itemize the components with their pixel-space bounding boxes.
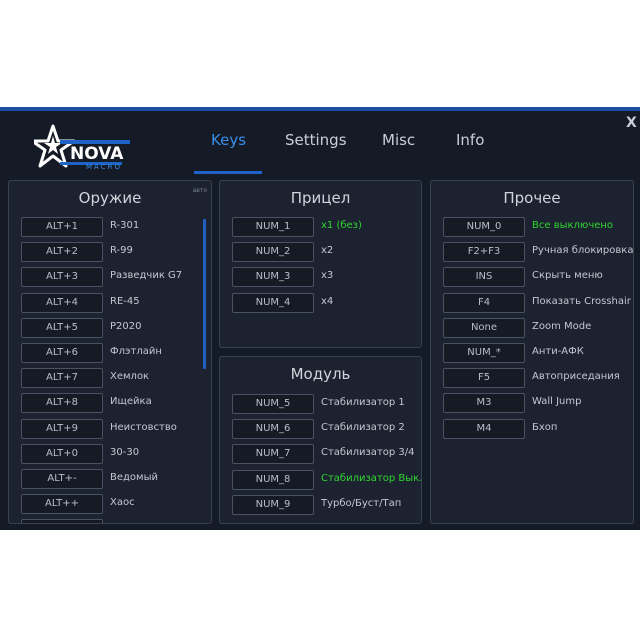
other-row-label: Wall Jump <box>532 396 582 408</box>
weapons-panel: Оружие авто ALT+1 R-301 ALT+2 R-99 ALT+3 Разв… <box>8 180 212 524</box>
tab-info[interactable]: Info <box>456 131 484 149</box>
other-row-label: Бхоп <box>532 421 558 433</box>
weapons-hotkey-button[interactable]: ALT+8 <box>21 393 103 414</box>
weapons-hotkey-button[interactable]: ALT+2 <box>21 242 103 263</box>
nova-macro-logo: NOVA MACRO <box>30 124 134 172</box>
module-panel-title: Модуль <box>290 365 351 383</box>
weapons-hotkey-button[interactable]: ALT++ <box>21 494 103 515</box>
app-window: NOVA MACRO Keys Settings Misc Info X Ору… <box>0 107 640 530</box>
weapons-hotkey-button[interactable]: ALT+1 <box>21 217 103 237</box>
weapons-row-label: Разведчик G7 <box>110 270 183 282</box>
weapons-row-label: Флэтлайн <box>110 346 162 357</box>
tab-keys[interactable]: Keys <box>211 131 246 149</box>
module-panel: Модуль NUM_5 Стабилизатор 1 NUM_6 Стабилиза… <box>219 356 422 524</box>
module-hotkey-button[interactable]: NUM_5 <box>232 394 314 414</box>
module-hotkey-button[interactable]: NUM_8 <box>232 469 314 490</box>
sight-row-label: x3 <box>321 270 334 282</box>
weapons-row-label: R-301 <box>110 220 140 231</box>
module-hotkey-button[interactable]: NUM_7 <box>232 444 314 465</box>
other-hotkey-button[interactable]: NUM_* <box>443 343 525 363</box>
weapons-panel-tag: авто <box>192 187 207 194</box>
weapons-row-label: Ведомый <box>110 472 158 483</box>
sight-panel: Прицел NUM_1 x1 (без) NUM_2 x2 NUM_3 x3 NUM_4 x… <box>219 180 422 348</box>
weapons-hotkey-button[interactable]: ALT+0 <box>21 443 103 464</box>
sight-hotkey-button[interactable]: NUM_4 <box>232 292 314 313</box>
module-row-label: Стабилизатор 1 <box>321 397 405 408</box>
weapons-hotkey-button[interactable]: ALT+7 <box>21 368 103 389</box>
weapons-row-label: R-99 <box>110 245 133 257</box>
other-row-label: Zoom Mode <box>532 320 592 332</box>
weapons-hotkey-button[interactable]: ALT+6 <box>21 343 103 363</box>
tab-settings[interactable]: Settings <box>285 131 347 149</box>
other-row-label: Все выключено <box>532 220 614 231</box>
sight-hotkey-button[interactable]: NUM_2 <box>232 242 314 263</box>
module-row-label: Турбо/Буст/Тап <box>321 497 402 509</box>
other-hotkey-button[interactable]: F5 <box>443 368 525 389</box>
module-hotkey-button[interactable]: NUM_6 <box>232 419 314 440</box>
weapons-hotkey-button[interactable]: ALT+4 <box>21 292 103 313</box>
other-row-label: Показать Crosshair <box>532 295 631 307</box>
active-tab-indicator <box>194 171 262 174</box>
scrollbar-thumb[interactable] <box>203 219 206 369</box>
weapons-hotkey-button[interactable]: ALT+3 <box>21 267 103 288</box>
other-row-label: Ручная блокировка <box>532 245 634 257</box>
weapons-row-label: 30-30 <box>110 446 140 458</box>
weapons-row-label: Хемлок <box>110 371 150 383</box>
other-row-label: Анти-АФК <box>532 346 584 357</box>
weapons-hotkey-button[interactable]: ALT+5 <box>21 317 103 338</box>
weapons-panel-title: Оружие <box>78 189 142 207</box>
other-hotkey-button[interactable]: F4 <box>443 292 525 313</box>
weapons-row-label: Неистовство <box>110 421 177 433</box>
weapons-row-label: P2020 <box>110 320 142 332</box>
sight-hotkey-button[interactable]: NUM_1 <box>232 217 314 237</box>
weapons-row-label: RE-45 <box>110 295 140 307</box>
module-row-label: Стабилизатор 2 <box>321 422 405 434</box>
other-panel: Прочее NUM_0 Все выключено F2+F3 Ручная бло… <box>430 180 634 524</box>
sight-hotkey-button[interactable]: NUM_3 <box>232 267 314 288</box>
other-hotkey-button[interactable]: M4 <box>443 418 525 439</box>
sight-row-label: x4 <box>321 295 334 307</box>
module-row-label: Стабилизатор Выкл. <box>321 472 422 484</box>
weapons-scrollbar[interactable] <box>203 219 206 369</box>
sight-panel-title: Прицел <box>290 189 351 207</box>
tab-misc[interactable]: Misc <box>382 131 415 149</box>
other-hotkey-button[interactable]: None <box>443 317 525 338</box>
top-bar: NOVA MACRO Keys Settings Misc Info X <box>0 111 640 179</box>
other-hotkey-button[interactable]: INS <box>443 267 525 288</box>
weapons-row-label: Ищейка <box>110 396 152 408</box>
other-row-label: Скрыть меню <box>532 270 603 282</box>
weapons-row-label: Хаос <box>110 497 135 509</box>
weapons-hotkey-button[interactable] <box>21 519 103 523</box>
other-hotkey-button[interactable]: M3 <box>443 393 525 414</box>
module-hotkey-button[interactable]: NUM_9 <box>232 494 314 515</box>
close-button[interactable]: X <box>626 115 637 131</box>
weapons-hotkey-button[interactable]: ALT+9 <box>21 418 103 439</box>
module-row-label: Стабилизатор 3/4 <box>321 447 415 459</box>
sight-row-label: x1 (без) <box>321 220 362 231</box>
logo-subtitle: MACRO <box>86 163 122 171</box>
sight-row-label: x2 <box>321 245 334 257</box>
other-row-label: Автоприседания <box>532 371 620 383</box>
other-hotkey-button[interactable]: NUM_0 <box>443 217 525 237</box>
other-hotkey-button[interactable]: F2+F3 <box>443 242 525 263</box>
logo-wordmark: NOVA <box>70 144 124 164</box>
other-panel-title: Прочее <box>503 189 561 207</box>
weapons-hotkey-button[interactable]: ALT+- <box>21 469 103 489</box>
